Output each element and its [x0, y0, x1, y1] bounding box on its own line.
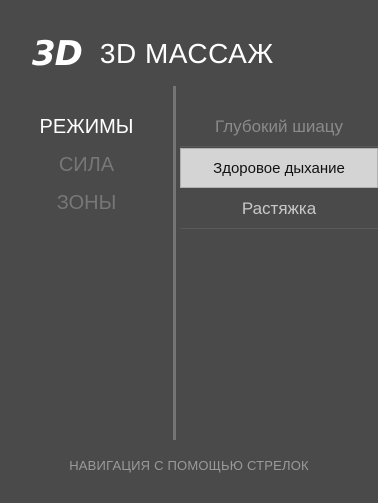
option-stretching[interactable]: Растяжка — [180, 189, 378, 229]
menu-item-strength[interactable]: СИЛА — [0, 146, 173, 184]
vertical-divider — [173, 86, 176, 440]
header: 3D 3D МАССАЖ — [32, 32, 274, 76]
category-menu: РЕЖИМЫ СИЛА ЗОНЫ — [0, 108, 173, 222]
navigation-hint: НАВИГАЦИЯ С ПОМОЩЬЮ СТРЕЛОК — [69, 458, 309, 473]
page-title: 3D МАССАЖ — [99, 38, 274, 69]
option-healthy-breathing[interactable]: Здоровое дыхание — [180, 148, 378, 188]
option-deep-shiatsu[interactable]: Глубокий шиацу — [180, 107, 378, 147]
menu-item-modes[interactable]: РЕЖИМЫ — [0, 108, 173, 146]
mode-options-list: Глубокий шиацу Здоровое дыхание Растяжка — [180, 107, 378, 230]
menu-item-zones[interactable]: ЗОНЫ — [0, 184, 173, 222]
massage-screen: 3D 3D МАССАЖ РЕЖИМЫ СИЛА ЗОНЫ Глубокий ш… — [0, 0, 378, 503]
3d-logo: 3D — [32, 34, 83, 74]
